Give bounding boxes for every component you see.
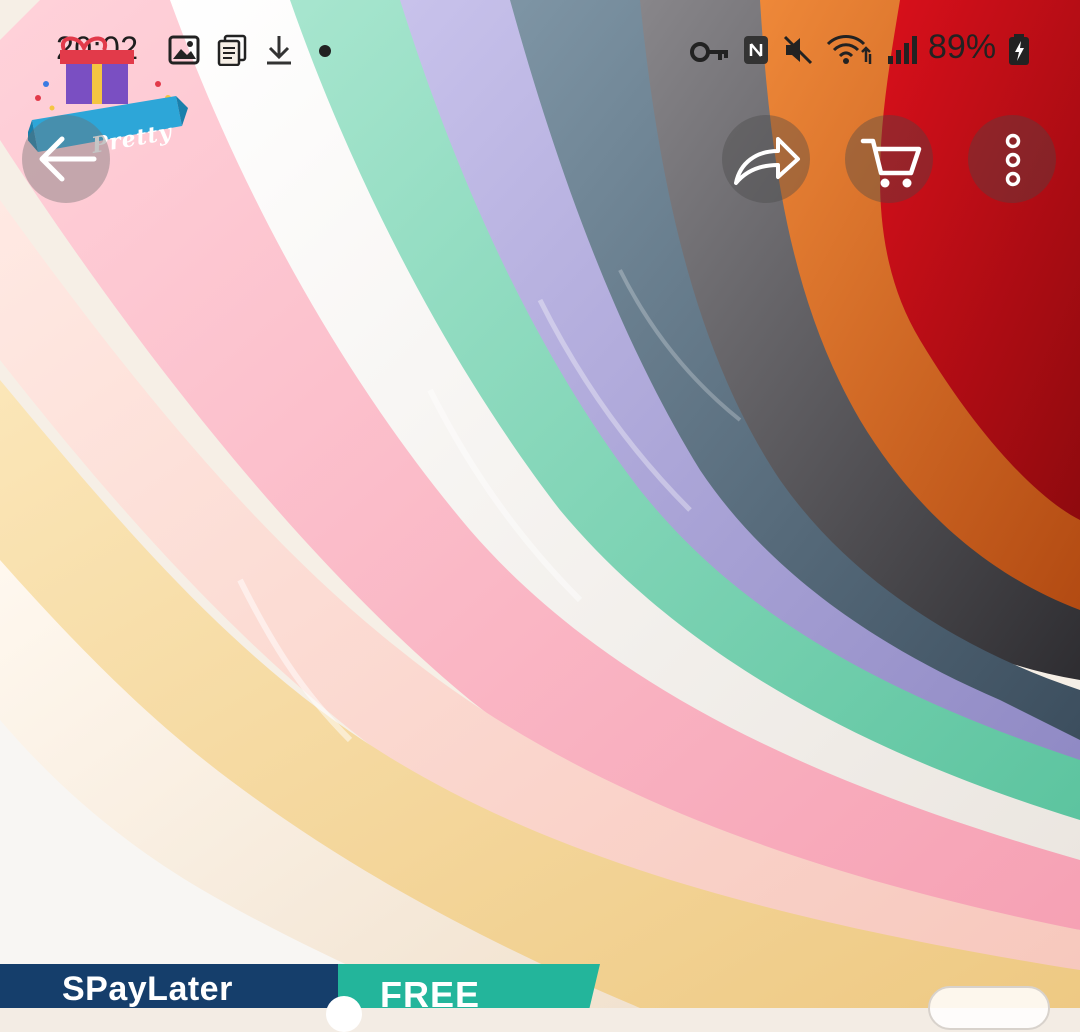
free-shipping-badge-icon [326, 996, 362, 1032]
mute-icon [782, 34, 814, 71]
spaylater-label: SPayLater [62, 970, 233, 1008]
share-button[interactable] [722, 115, 810, 203]
cart-button[interactable] [845, 115, 933, 203]
cart-icon [860, 138, 922, 188]
share-icon [734, 137, 800, 185]
battery-charging-icon [1008, 34, 1030, 71]
spaylater-banner[interactable]: SPayLater [0, 964, 345, 1008]
back-arrow-icon [39, 136, 97, 182]
back-button[interactable] [22, 115, 110, 203]
dot-icon [318, 44, 332, 63]
battery-percentage: 89% [928, 28, 997, 66]
promo-banner[interactable]: SPayLater FREE [0, 964, 620, 1032]
nfc-icon [742, 34, 770, 71]
free-label: FREE [380, 974, 481, 1015]
document-icon [216, 34, 248, 71]
download-icon [264, 34, 294, 71]
signal-icon [886, 34, 920, 71]
image-page-indicator [928, 986, 1050, 1030]
vpn-key-icon [690, 40, 730, 69]
more-vertical-icon [1005, 133, 1021, 187]
wifi-icon [826, 34, 874, 71]
more-options-button[interactable] [968, 115, 1056, 203]
